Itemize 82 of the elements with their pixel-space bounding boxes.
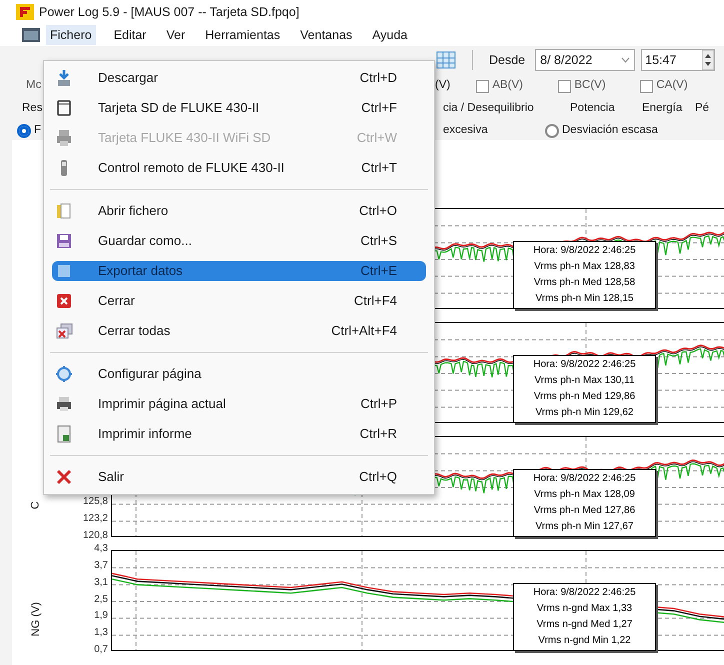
- axis-label: NG (V): [28, 602, 43, 636]
- menu-item[interactable]: Guardar como... Ctrl+S: [52, 231, 426, 251]
- menu-item[interactable]: Salir Ctrl+Q: [52, 467, 426, 487]
- printer-icon: [55, 395, 73, 413]
- app-icon: [16, 4, 34, 20]
- menu-item[interactable]: Editar: [110, 25, 150, 45]
- menu-item[interactable]: Imprimir página actual Ctrl+P: [52, 394, 426, 414]
- tooltip-text: Hora: 9/8/2022 2:46:25: [533, 472, 636, 486]
- tooltip-text: Hora: 9/8/2022 2:46:25: [533, 586, 636, 600]
- exit-icon: [55, 468, 73, 486]
- tooltip-text: Vrms n-gnd Med 1,27: [536, 618, 632, 632]
- tooltip-text: Vrms ph-n Min 127,67: [535, 520, 634, 534]
- menu-item[interactable]: Ayuda: [368, 25, 412, 45]
- close-all-icon: [55, 322, 73, 340]
- tooltip-text: Vrms ph-n Med 129,86: [534, 390, 636, 404]
- tab[interactable]: cia / Desequilibrio: [443, 100, 534, 117]
- tick-label: 125,8: [82, 497, 108, 508]
- menu-item[interactable]: Ventanas: [296, 25, 356, 45]
- tick-label: 120,8: [82, 531, 108, 541]
- menu-item[interactable]: Abrir fichero Ctrl+O: [52, 201, 426, 221]
- grid-tool-icon: [436, 51, 456, 69]
- tab[interactable]: Pé: [695, 100, 710, 117]
- channel-label: (V): [435, 78, 450, 94]
- settings-icon: [55, 365, 73, 383]
- menu-item[interactable]: Fichero: [46, 25, 96, 45]
- axis-label: C: [28, 500, 43, 509]
- checkbox-label[interactable]: BC(V): [574, 77, 606, 95]
- tick-label: 4,3: [94, 544, 108, 554]
- report-icon: [55, 425, 73, 443]
- tooltip-text: Vrms n-gnd Min 1,22: [538, 634, 631, 648]
- menu-item[interactable]: Control remoto de FLUKE 430-II Ctrl+T: [52, 158, 426, 178]
- tooltip-text: Vrms ph-n Med 127,86: [534, 504, 636, 518]
- tooltip-text: Vrms n-gnd Max 1,33: [536, 602, 632, 616]
- checkbox[interactable]: [476, 80, 490, 92]
- menu-item[interactable]: Cerrar Ctrl+F4: [52, 291, 426, 311]
- option-label: excesiva: [443, 123, 488, 138]
- folder-icon: [55, 202, 73, 220]
- tooltip-text: Hora: 9/8/2022 2:46:25: [533, 358, 636, 372]
- menu-item[interactable]: Cerrar todas Ctrl+Alt+F4: [52, 321, 426, 341]
- tick-label: 1,9: [94, 611, 108, 622]
- download-icon: [55, 69, 73, 87]
- tick-label: 2,5: [94, 594, 108, 604]
- tab[interactable]: Energía: [642, 100, 682, 117]
- tooltip-text: Vrms ph-n Max 130,11: [534, 374, 635, 388]
- date-field[interactable]: 8/ 8/2022: [535, 49, 636, 71]
- radio-option[interactable]: Desviación escasa: [545, 122, 658, 140]
- window-title: Power Log 5.9 - [MAUS 007 -- Tarjeta SD.fpqo]: [39, 4, 300, 21]
- tooltip-text: Hora: 9/8/2022 2:46:25: [533, 244, 636, 258]
- tick-label: 123,2: [82, 514, 108, 524]
- menu-item[interactable]: Ver: [162, 25, 190, 45]
- tooltip-text: Vrms ph-n Min 129,62: [535, 406, 634, 420]
- tooltip-text: Vrms ph-n Max 128,83: [534, 260, 635, 274]
- tick-label: 0,7: [94, 645, 108, 655]
- radio-option[interactable]: F: [17, 122, 42, 140]
- window-icon: [22, 28, 40, 42]
- tick-label: 3,1: [94, 578, 108, 588]
- time-field[interactable]: 15:47: [641, 49, 716, 71]
- checkbox[interactable]: [558, 80, 572, 92]
- menu-item[interactable]: Configurar página: [52, 364, 426, 384]
- tab[interactable]: Res: [22, 100, 42, 117]
- spinner-icon: [702, 50, 714, 70]
- menu-item[interactable]: Herramientas: [201, 25, 284, 45]
- chevron-icon: [621, 57, 630, 63]
- mode-label: Mc: [26, 79, 42, 92]
- tick-label: 1,3: [94, 628, 108, 638]
- card-icon: [55, 99, 73, 117]
- from-label: Desde: [489, 52, 526, 69]
- close-icon: [55, 292, 73, 310]
- menu-item[interactable]: Tarjeta SD de FLUKE 430-II Ctrl+F: [52, 98, 426, 118]
- tab[interactable]: Potencia: [570, 100, 615, 117]
- printer-icon: [55, 129, 73, 147]
- tooltip-text: Vrms ph-n Min 128,15: [535, 292, 634, 306]
- tick-label: 3,7: [94, 560, 108, 571]
- checkbox-label[interactable]: AB(V): [492, 77, 524, 95]
- menu-item[interactable]: Descargar Ctrl+D: [52, 68, 426, 88]
- menu-item[interactable]: Imprimir informe Ctrl+R: [52, 424, 426, 444]
- tooltip-text: Vrms ph-n Max 128,09: [534, 488, 635, 502]
- save-icon: [55, 232, 73, 250]
- menu-item[interactable]: Exportar datos Ctrl+E: [52, 261, 426, 281]
- tooltip-text: Vrms ph-n Med 128,58: [534, 276, 636, 290]
- checkbox[interactable]: [640, 80, 654, 92]
- checkbox-label[interactable]: CA(V): [656, 77, 688, 95]
